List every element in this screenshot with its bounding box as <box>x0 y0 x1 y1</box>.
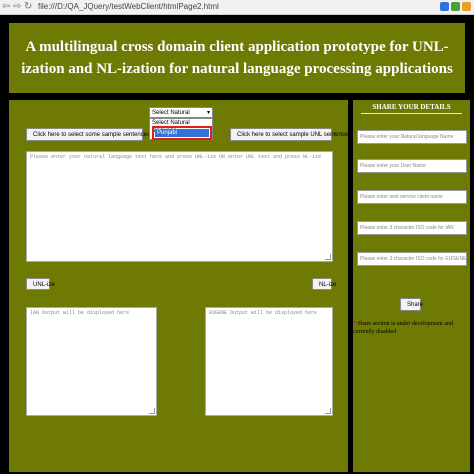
share-details-panel: SHARE YOUR DETAILS Please enter your Nat… <box>353 100 470 472</box>
select-sample-unl-button[interactable]: Click here to select sample UNL sentence… <box>230 128 351 141</box>
share-details-title: SHARE YOUR DETAILS <box>372 103 451 111</box>
input-placeholder: Please enter your natural language text … <box>30 154 322 160</box>
eugene-output-placeholder: EUGENE Output will be displayed here <box>209 310 318 316</box>
share-button[interactable]: Share <box>400 298 423 311</box>
ian-output-area[interactable]: IAN Output will be displayed here <box>26 307 157 416</box>
back-arrow-icon[interactable]: ⇦ <box>2 1 10 13</box>
reload-icon[interactable]: ↻ <box>24 1 32 13</box>
dropdown-option-punjabi[interactable]: Punjabi <box>155 129 209 137</box>
ian-iso-code-field[interactable]: Please enter 3 character ISO code for IA… <box>357 221 467 235</box>
note-star: * <box>353 321 356 327</box>
user-name-field[interactable]: Please enter your User Name <box>357 159 467 173</box>
natural-language-input[interactable]: Please enter your natural language text … <box>26 151 333 262</box>
note-text: Share section is under development and c… <box>353 321 453 335</box>
resize-grip-icon[interactable] <box>325 254 331 260</box>
address-url[interactable]: file:///D:/QA_JQuery/testWebClient/htmlP… <box>38 2 219 12</box>
natural-language-select[interactable]: Select Natural language ▾ <box>149 107 213 127</box>
nl-ize-button[interactable]: NL-ize <box>312 278 336 290</box>
web-service-client-field[interactable]: Please enter web service client name <box>357 190 467 204</box>
title-divider <box>361 113 462 114</box>
extension-icon-blue[interactable] <box>440 2 449 11</box>
dropdown-option-highlight[interactable]: Punjabi <box>152 126 212 140</box>
main-panel: Click here to select some sample sentenc… <box>9 100 351 472</box>
select-sample-sentences-button[interactable]: Click here to select some sample sentenc… <box>26 128 150 141</box>
resize-grip-icon[interactable] <box>325 408 331 414</box>
page-title: A multilingual cross domain client appli… <box>9 23 465 93</box>
natural-language-name-field[interactable]: Please enter your Natural language Name <box>357 130 467 144</box>
extension-icon-orange[interactable] <box>462 2 471 11</box>
resize-grip-icon[interactable] <box>149 408 155 414</box>
eugene-iso-code-field[interactable]: Please enter 3 character ISO code for EU… <box>357 252 467 266</box>
forward-arrow-icon[interactable]: ⇨ <box>13 1 21 13</box>
ian-output-placeholder: IAN Output will be displayed here <box>30 310 130 316</box>
extension-icon-green[interactable] <box>451 2 460 11</box>
share-note: * Share section is under development and… <box>353 320 470 336</box>
page-body: A multilingual cross domain client appli… <box>0 15 474 474</box>
unl-ize-button[interactable]: UNL-ize <box>26 278 55 290</box>
browser-address-bar: ⇦ ⇨ ↻ file:///D:/QA_JQuery/testWebClient… <box>0 0 474 15</box>
eugene-output-area[interactable]: EUGENE Output will be displayed here <box>205 307 333 416</box>
